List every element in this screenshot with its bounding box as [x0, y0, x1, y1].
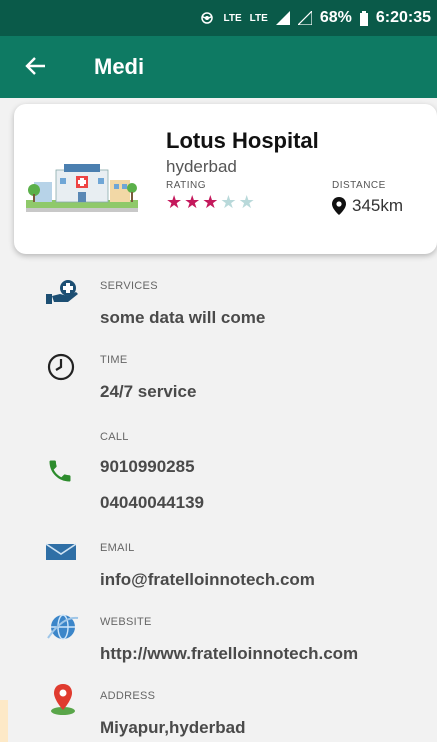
star-empty-icon: ★	[238, 192, 255, 212]
call-label: CALL	[100, 431, 129, 443]
distance-label: DISTANCE	[332, 180, 386, 191]
hotspot-icon	[198, 10, 216, 26]
envelope-icon	[45, 542, 82, 572]
rating-label: RATING	[166, 180, 207, 191]
lte-indicator-1: LTE	[223, 12, 242, 24]
phone-number-2[interactable]: 04040044139	[100, 493, 204, 513]
app-bar: Medi	[0, 36, 437, 98]
phone-icon[interactable]	[46, 457, 82, 487]
time-value: 24/7 service	[100, 382, 197, 401]
address-label: ADDRESS	[100, 690, 156, 702]
location-pin-icon	[332, 197, 346, 215]
phone-number-1[interactable]: 9010990285	[100, 457, 195, 477]
rating-stars: ★ ★ ★ ★ ★	[166, 192, 257, 213]
email-value[interactable]: info@fratelloinnotech.com	[100, 570, 315, 590]
hospital-city: hyderbad	[166, 157, 237, 176]
battery-icon	[359, 10, 368, 26]
clock: 6:20:35	[375, 9, 431, 26]
hospital-illustration	[26, 156, 138, 216]
arrow-left-icon[interactable]	[24, 52, 64, 83]
star-empty-icon: ★	[220, 192, 237, 212]
globe-icon	[46, 612, 82, 642]
hospital-card[interactable]: Lotus Hospital hyderbad RATING ★ ★ ★ ★ ★ DIS…	[14, 104, 437, 254]
distance: 345km	[332, 196, 403, 216]
star-filled-icon: ★	[166, 192, 183, 212]
map-pin-icon	[46, 682, 82, 715]
app-title: Medi	[94, 54, 145, 79]
address-value: Miyapur,hyderbad	[100, 718, 246, 737]
status-bar: LTE LTE 68% 6:20:35	[0, 0, 437, 36]
email-label: EMAIL	[100, 542, 135, 554]
services-value: some data will come	[100, 308, 266, 327]
hospital-name: Lotus Hospital	[166, 128, 319, 153]
signal-empty-icon	[297, 11, 312, 25]
services-label: SERVICES	[100, 280, 158, 292]
edge-decoration	[0, 700, 8, 742]
time-label: TIME	[100, 354, 128, 366]
medical-hand-icon	[46, 280, 82, 310]
signal-icon	[275, 11, 290, 25]
website-value[interactable]: http://www.fratelloinnotech.com	[100, 644, 358, 664]
star-filled-icon: ★	[202, 192, 219, 212]
clock-icon	[46, 352, 82, 382]
star-filled-icon: ★	[184, 192, 201, 212]
battery-percent: 68%	[319, 9, 352, 26]
website-label: WEBSITE	[100, 616, 152, 628]
distance-value: 345km	[352, 196, 404, 215]
lte-indicator-2: LTE	[249, 12, 268, 24]
